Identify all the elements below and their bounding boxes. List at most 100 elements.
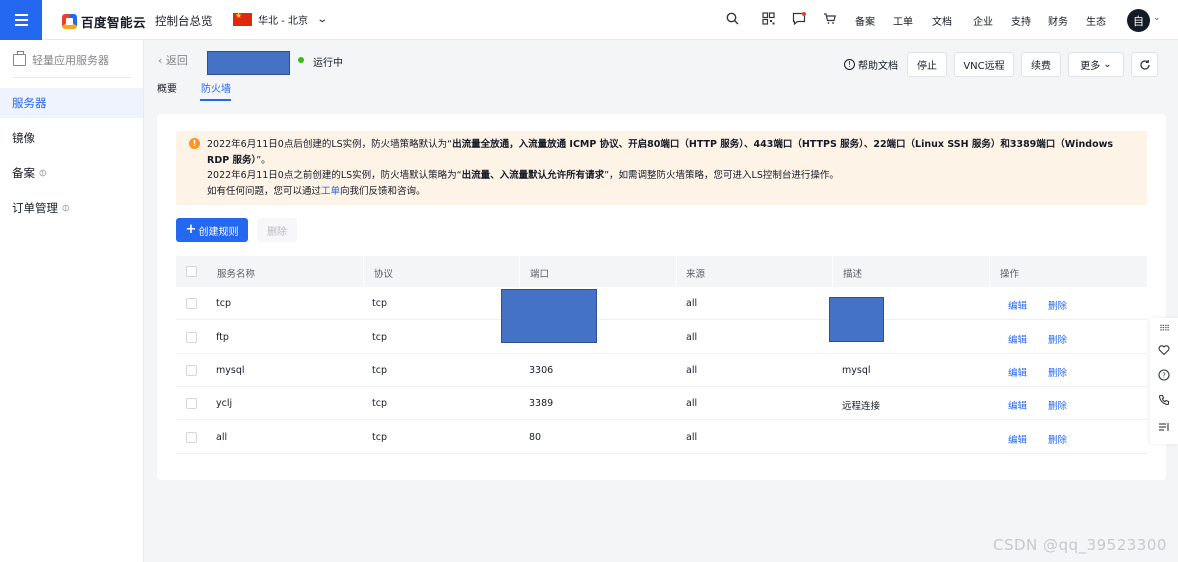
- brand-logo[interactable]: 百度智能云: [62, 12, 146, 31]
- nav-link-icp[interactable]: 备案: [855, 13, 875, 28]
- qrcode-icon[interactable]: [761, 12, 775, 26]
- column-divider: [363, 256, 364, 287]
- column-divider: [989, 256, 990, 287]
- more-label: 更多: [1080, 61, 1101, 72]
- help-docs-label: 帮助文档: [858, 61, 898, 72]
- region-selector[interactable]: 华北 - 北京 ⌄: [233, 11, 328, 27]
- select-all-checkbox[interactable]: [186, 266, 197, 277]
- notice-line-3: 如有任何问题，您可以通过工单向我们反馈和咨询。: [207, 185, 426, 197]
- column-header-name: 服务名称: [217, 269, 256, 280]
- delete-rule-link[interactable]: 删除: [1048, 332, 1067, 346]
- row-checkbox[interactable]: [186, 332, 197, 343]
- redacted-ports: [501, 289, 597, 343]
- edit-rule-link[interactable]: 编辑: [1008, 432, 1027, 446]
- refresh-button[interactable]: [1131, 52, 1158, 77]
- menu-icon[interactable]: [0, 0, 42, 40]
- cell-port: 3389: [529, 398, 554, 409]
- row-checkbox[interactable]: [186, 398, 197, 409]
- server-icon: [13, 51, 26, 66]
- delete-rules-button[interactable]: 删除: [257, 218, 297, 242]
- cell-source: all: [686, 298, 698, 309]
- message-icon[interactable]: [792, 12, 806, 26]
- row-checkbox[interactable]: [186, 432, 197, 443]
- chevron-down-icon: ⌄: [1103, 59, 1112, 70]
- column-header-protocol: 协议: [374, 269, 394, 280]
- cart-icon[interactable]: [822, 12, 836, 26]
- cell-name: ftp: [216, 332, 229, 343]
- edit-rule-link[interactable]: 编辑: [1008, 332, 1027, 346]
- chevron-left-icon: ‹: [158, 54, 163, 67]
- delete-rule-link[interactable]: 删除: [1048, 432, 1067, 446]
- cell-name: yclj: [216, 398, 233, 409]
- sidebar: 轻量应用服务器 服务器 镜像 备案 ⊘ 订单管理 ⊘: [0, 40, 144, 562]
- sidebar-item-label: 订单管理: [12, 201, 58, 215]
- delete-rule-link[interactable]: 删除: [1048, 298, 1067, 312]
- cell-name: tcp: [216, 298, 231, 309]
- sidebar-item-servers[interactable]: 服务器: [0, 88, 143, 118]
- sidebar-title-label: 轻量应用服务器: [32, 54, 109, 67]
- external-link-icon: ⊘: [59, 201, 74, 215]
- redacted-description: [829, 297, 884, 342]
- sidebar-item-icp[interactable]: 备案 ⊘: [0, 158, 143, 188]
- list-icon[interactable]: [1157, 421, 1171, 435]
- table-row: yclj tcp 3389 all 远程连接 编辑 删除: [176, 387, 1147, 420]
- warning-icon: !: [189, 138, 200, 149]
- table-row: mysql tcp 3306 all mysql 编辑 删除: [176, 354, 1147, 387]
- nav-link-finance[interactable]: 财务: [1048, 13, 1068, 28]
- vnc-remote-button[interactable]: VNC远程: [954, 52, 1014, 77]
- running-status-icon: [298, 57, 304, 63]
- row-checkbox[interactable]: [186, 365, 197, 376]
- stop-button[interactable]: 停止: [907, 52, 947, 77]
- nav-link-docs[interactable]: 文档: [932, 13, 952, 28]
- edit-rule-link[interactable]: 编辑: [1008, 398, 1027, 412]
- svg-text:?: ?: [1162, 372, 1166, 380]
- back-button[interactable]: ‹ 返回: [158, 52, 188, 68]
- help-docs-link[interactable]: ! 帮助文档: [844, 57, 898, 72]
- notice-line-1: 2022年6月11日0点后创建的LS实例，防火墙策略默认为“出流量全放通，入流量…: [207, 139, 1114, 166]
- sidebar-item-orders[interactable]: 订单管理 ⊘: [0, 193, 143, 223]
- nav-link-support[interactable]: 支持: [1011, 13, 1031, 28]
- grip-dots-icon[interactable]: ⠿⠿: [1157, 322, 1171, 336]
- cell-protocol: tcp: [372, 432, 387, 443]
- nav-link-ecosystem[interactable]: 生态: [1086, 13, 1106, 28]
- nav-link-enterprise[interactable]: 企业: [973, 13, 993, 28]
- sidebar-item-label: 镜像: [12, 131, 35, 145]
- column-header-actions: 操作: [1000, 269, 1020, 280]
- console-home-link[interactable]: 控制台总览: [155, 13, 213, 29]
- row-checkbox[interactable]: [186, 298, 197, 309]
- search-icon[interactable]: [725, 12, 739, 26]
- cell-port: 80: [529, 432, 542, 443]
- cell-name: mysql: [216, 365, 245, 376]
- cell-protocol: tcp: [372, 332, 387, 343]
- column-header-port: 端口: [530, 269, 550, 280]
- cell-protocol: tcp: [372, 298, 387, 309]
- cell-port: 3306: [529, 365, 554, 376]
- cell-protocol: tcp: [372, 398, 387, 409]
- edit-rule-link[interactable]: 编辑: [1008, 298, 1027, 312]
- more-dropdown[interactable]: 更多 ⌄: [1068, 52, 1124, 77]
- tab-firewall[interactable]: 防火墙: [201, 80, 231, 95]
- active-tab-indicator: [200, 99, 231, 101]
- create-rule-button[interactable]: + 创建规则: [176, 218, 248, 242]
- help-circle-icon[interactable]: ?: [1157, 369, 1171, 383]
- delete-rule-link[interactable]: 删除: [1048, 398, 1067, 412]
- edit-rule-link[interactable]: 编辑: [1008, 365, 1027, 379]
- delete-rule-link[interactable]: 删除: [1048, 365, 1067, 379]
- renew-button[interactable]: 续费: [1021, 52, 1061, 77]
- feedback-heart-icon[interactable]: [1157, 344, 1171, 358]
- column-header-description: 描述: [843, 269, 863, 280]
- back-label: 返回: [165, 54, 188, 67]
- column-divider: [832, 256, 833, 287]
- cell-protocol: tcp: [372, 365, 387, 376]
- ticket-link[interactable]: 工单: [321, 186, 340, 197]
- create-rule-label: 创建规则: [198, 226, 239, 238]
- avatar-chevron-down-icon[interactable]: ⌄: [1153, 13, 1161, 23]
- phone-icon[interactable]: [1157, 394, 1171, 408]
- tab-overview[interactable]: 概要: [157, 80, 177, 95]
- sidebar-item-images[interactable]: 镜像: [0, 123, 143, 153]
- nav-link-ticket[interactable]: 工单: [893, 13, 913, 28]
- cell-description: 远程连接: [842, 401, 881, 412]
- user-avatar[interactable]: 自: [1127, 9, 1150, 32]
- plus-icon: +: [185, 222, 197, 237]
- brand-name: 百度智能云: [81, 15, 147, 30]
